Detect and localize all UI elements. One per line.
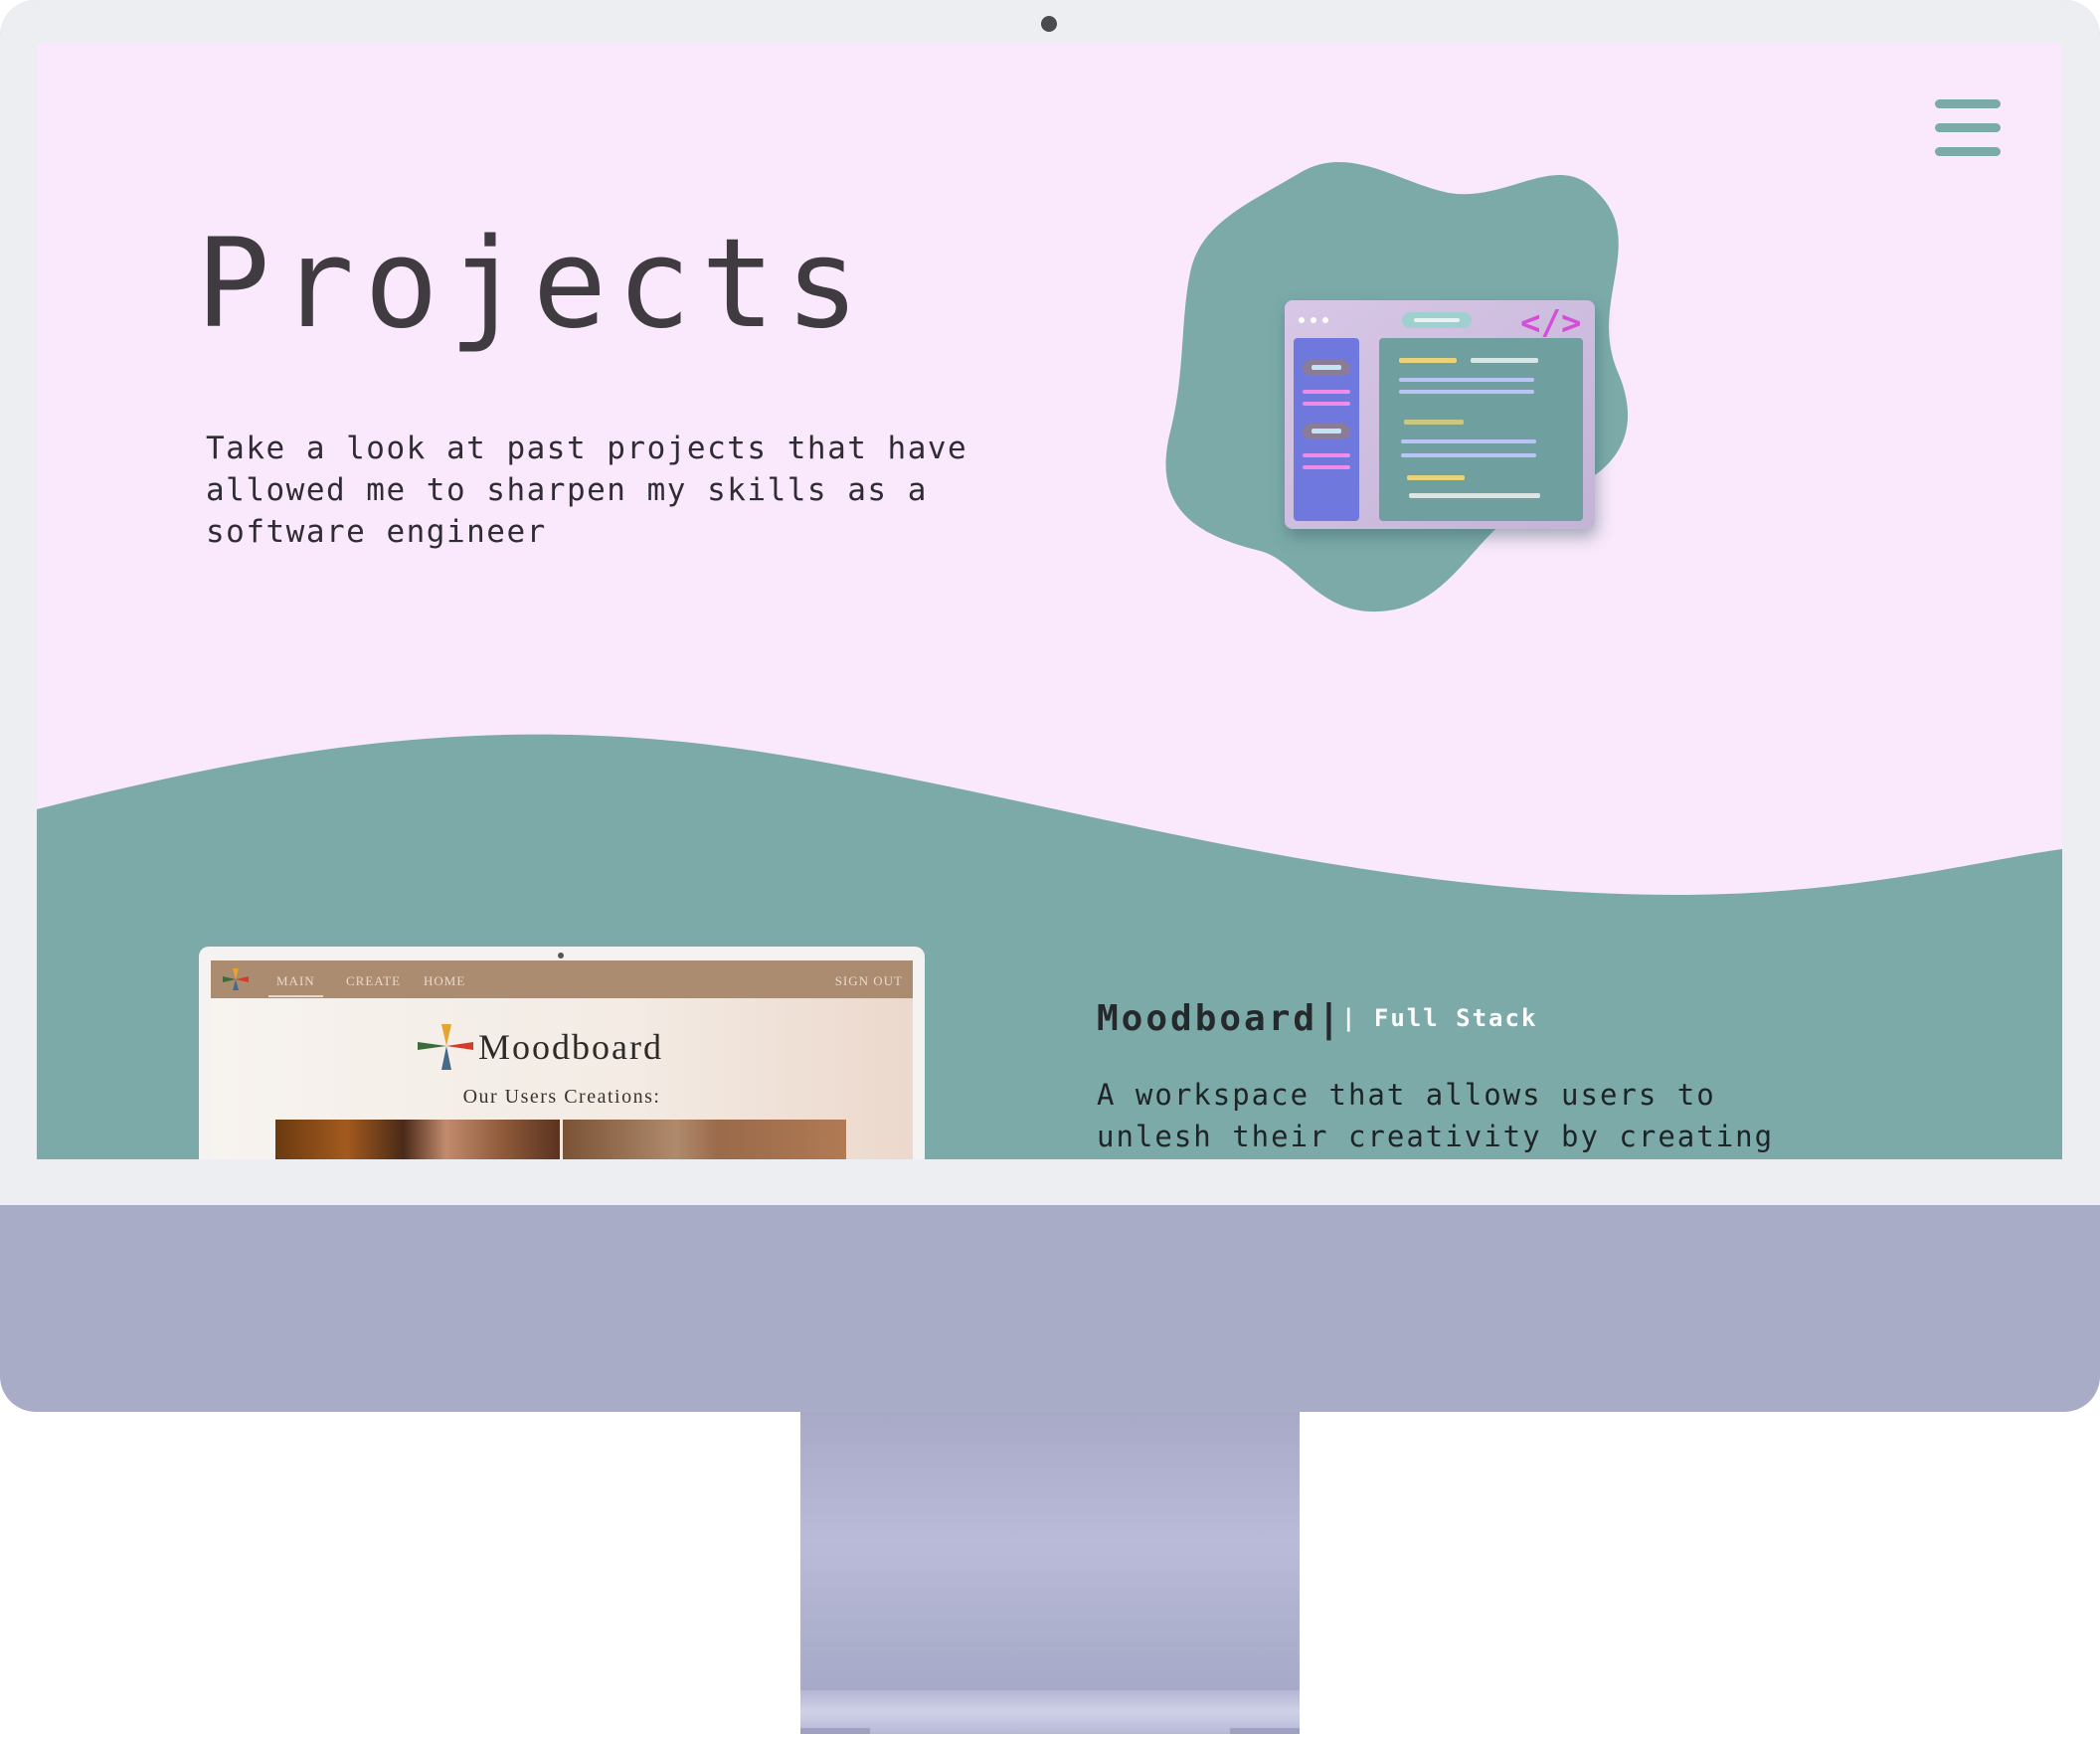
website-screen: Projects Take a look at past projects th…	[37, 44, 2062, 1159]
preview-brand-text: Moodboard	[478, 1027, 663, 1067]
preview-image	[275, 1120, 560, 1159]
moodboard-screenshot: MAIN CREATE HOME SIGN OUT Moodboard Our …	[211, 960, 913, 1159]
preview-image	[563, 1120, 846, 1159]
monitor-stand-base	[800, 1690, 1300, 1734]
project-preview[interactable]: MAIN CREATE HOME SIGN OUT Moodboard Our …	[199, 947, 925, 1159]
preview-nav-create: CREATE	[346, 973, 402, 988]
stand-foot	[1230, 1728, 1300, 1734]
preview-nav-main: MAIN	[268, 973, 323, 997]
svg-text:</>: </>	[1520, 303, 1581, 343]
camera-icon	[1041, 16, 1057, 32]
monitor-stand	[800, 1412, 1300, 1700]
project-tag: | Full Stack	[1341, 1004, 1538, 1032]
preview-subtitle: Our Users Creations:	[462, 1086, 661, 1108]
preview-navbar: MAIN CREATE HOME SIGN OUT	[211, 960, 913, 998]
preview-brand: Moodboard	[414, 1022, 732, 1072]
project-description: A workspace that allows users to unlesh …	[1097, 1078, 1775, 1153]
monitor-bezel: Projects Take a look at past projects th…	[0, 0, 2100, 1412]
intro-text: Take a look at past projects that have a…	[206, 431, 968, 550]
menu-bar	[1935, 147, 2001, 156]
project-separator: |	[1317, 996, 1340, 1040]
page-title: Projects	[196, 213, 870, 356]
project-title: Moodboard	[1097, 998, 1318, 1039]
preview-nav-home: HOME	[424, 973, 466, 988]
laptop-camera	[558, 953, 564, 958]
menu-bar	[1935, 99, 2001, 108]
preview-nav-signout: SIGN OUT	[834, 973, 903, 988]
moodboard-logo-icon	[418, 1024, 473, 1070]
code-editor-illustration: </>	[1165, 162, 1629, 612]
hamburger-menu-icon[interactable]	[1935, 99, 2001, 156]
stand-foot	[800, 1728, 870, 1734]
moodboard-logo-icon	[223, 968, 249, 990]
menu-bar	[1935, 123, 2001, 132]
